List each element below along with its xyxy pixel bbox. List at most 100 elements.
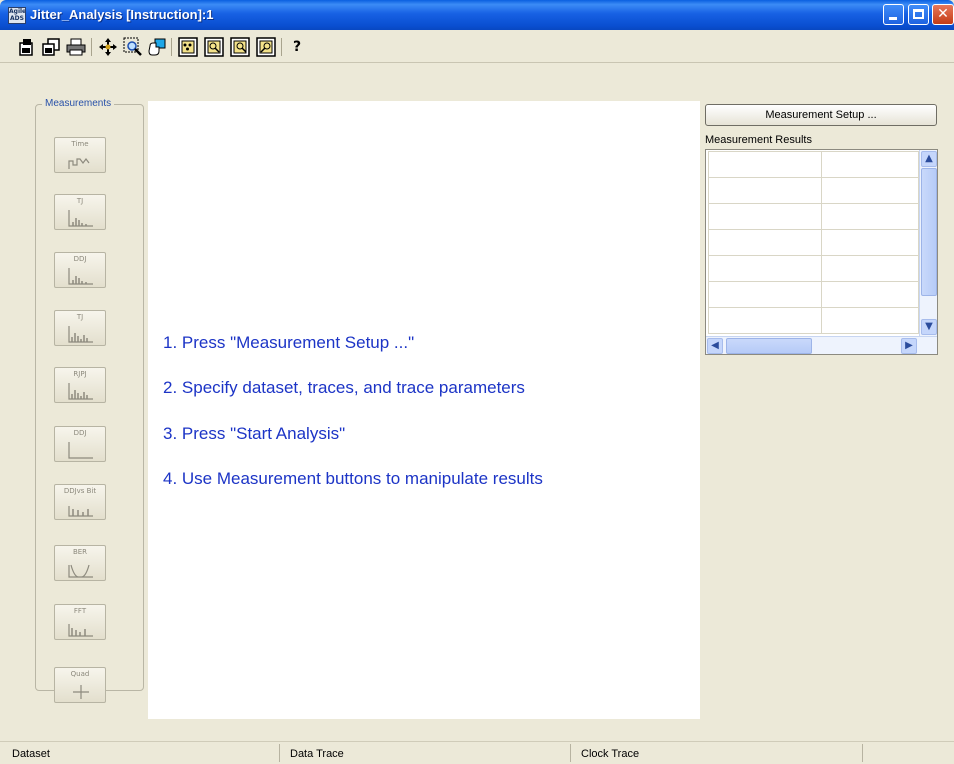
instruction-step-1: 1. Press "Measurement Setup ..." xyxy=(163,333,415,352)
zoom-box-icon[interactable] xyxy=(123,37,143,57)
toolbar-separator xyxy=(281,38,282,56)
button-label: DDJvs Bit xyxy=(63,487,97,495)
button-label: Quad xyxy=(70,670,90,678)
ddj-step-measurement-button[interactable]: DDJ xyxy=(54,426,106,462)
scroll-right-icon[interactable]: ▶ xyxy=(901,338,917,354)
close-icon: ✕ xyxy=(937,6,949,22)
button-label: BER xyxy=(72,548,88,556)
marker-4-icon[interactable] xyxy=(256,37,276,57)
step-icon xyxy=(68,442,93,459)
table-cell[interactable] xyxy=(821,177,919,204)
scroll-up-icon[interactable]: ▲ xyxy=(921,151,937,167)
table-row xyxy=(708,307,919,334)
vertical-scroll-thumb[interactable] xyxy=(921,168,937,296)
table-cell[interactable] xyxy=(708,281,822,308)
toolbar-separator xyxy=(91,38,92,56)
status-separator xyxy=(570,744,571,762)
pan-icon[interactable] xyxy=(147,37,167,57)
table-cell[interactable] xyxy=(821,281,919,308)
tj-bathtub-measurement-button[interactable]: TJ xyxy=(54,310,106,346)
window-title: Jitter_Analysis [Instruction]:1 xyxy=(30,7,214,22)
toolbar: ? xyxy=(0,30,954,63)
measurement-results-grid[interactable]: ▲ ▼ ◀ ▶ xyxy=(705,149,938,355)
table-cell[interactable] xyxy=(708,151,822,178)
time-measurement-button[interactable]: Time xyxy=(54,137,106,173)
jitter-analysis-window: Agilent ADS Jitter_Analysis [Instruction… xyxy=(0,0,954,764)
table-cell[interactable] xyxy=(821,203,919,230)
button-label: RJPJ xyxy=(73,370,87,378)
histogram-icon xyxy=(68,268,93,285)
scroll-down-icon[interactable]: ▼ xyxy=(921,319,937,335)
bathtub-icon xyxy=(68,564,93,578)
table-row xyxy=(708,177,919,204)
status-separator xyxy=(862,744,863,762)
button-label: FFT xyxy=(73,607,87,615)
marker-3-icon[interactable] xyxy=(230,37,250,57)
button-label: TJ xyxy=(76,197,84,205)
app-icon: Agilent ADS xyxy=(8,7,26,24)
instruction-step-2: 2. Specify dataset, traces, and trace pa… xyxy=(163,378,525,397)
table-row xyxy=(708,203,919,230)
histogram-icon xyxy=(68,210,93,227)
status-dataset: Dataset xyxy=(12,748,50,760)
table-cell[interactable] xyxy=(708,203,822,230)
title-bar[interactable]: Agilent ADS Jitter_Analysis [Instruction… xyxy=(0,0,954,30)
button-label: Time xyxy=(71,140,89,148)
horizontal-scrollbar[interactable]: ◀ ▶ xyxy=(706,336,937,354)
tj-measurement-button[interactable]: TJ xyxy=(54,194,106,230)
measurement-results-label: Measurement Results xyxy=(705,134,812,146)
instruction-step-3: 3. Press "Start Analysis" xyxy=(163,424,346,443)
vertical-scrollbar[interactable]: ▲ ▼ xyxy=(919,150,937,336)
marker-2-icon[interactable] xyxy=(204,37,224,57)
table-row xyxy=(708,229,919,256)
measurement-setup-button[interactable]: Measurement Setup ... xyxy=(705,104,937,126)
minimize-button[interactable] xyxy=(883,4,904,25)
status-bar: Dataset Data Trace Clock Trace xyxy=(0,741,954,764)
waveform-icon xyxy=(68,158,90,169)
maximize-icon xyxy=(913,9,924,19)
table-cell[interactable] xyxy=(708,229,822,256)
table-cell[interactable] xyxy=(708,177,822,204)
measurements-legend: Measurements xyxy=(42,98,115,109)
table-row xyxy=(708,281,919,308)
marker-1-icon[interactable] xyxy=(178,37,198,57)
help-icon[interactable]: ? xyxy=(287,37,307,57)
quad-measurement-button[interactable]: Quad xyxy=(54,667,106,703)
print-icon[interactable] xyxy=(66,37,86,57)
copy-icon[interactable] xyxy=(41,37,61,57)
button-label: TJ xyxy=(76,313,84,321)
status-clock-trace: Clock Trace xyxy=(581,748,640,760)
scroll-left-icon[interactable]: ◀ xyxy=(707,338,723,354)
spectrum-icon xyxy=(68,624,93,637)
ddj-measurement-button[interactable]: DDJ xyxy=(54,252,106,288)
close-button[interactable]: ✕ xyxy=(932,4,954,25)
table-cell[interactable] xyxy=(821,255,919,282)
instruction-step-4: 4. Use Measurement buttons to manipulate… xyxy=(163,469,543,488)
button-label: DDJ xyxy=(73,255,87,263)
status-data-trace: Data Trace xyxy=(290,748,344,760)
table-cell[interactable] xyxy=(821,229,919,256)
table-cell[interactable] xyxy=(708,255,822,282)
ber-measurement-button[interactable]: BER xyxy=(54,545,106,581)
table-row xyxy=(708,255,919,282)
bar-icon xyxy=(68,506,93,517)
maximize-button[interactable] xyxy=(908,4,929,25)
move-icon[interactable] xyxy=(98,37,118,57)
instruction-panel xyxy=(148,101,700,719)
bathtub-histogram-icon xyxy=(68,326,93,343)
table-cell[interactable] xyxy=(708,307,822,334)
minimize-icon xyxy=(889,17,897,20)
table-cell[interactable] xyxy=(821,151,919,178)
histogram-icon xyxy=(68,383,93,400)
ddj-vs-bit-measurement-button[interactable]: DDJvs Bit xyxy=(54,484,106,520)
rjpj-measurement-button[interactable]: RJPJ xyxy=(54,367,106,403)
results-table xyxy=(708,151,919,334)
table-cell[interactable] xyxy=(821,307,919,334)
fft-measurement-button[interactable]: FFT xyxy=(54,604,106,640)
horizontal-scroll-thumb[interactable] xyxy=(726,338,812,354)
status-separator xyxy=(279,744,280,762)
crosshair-icon xyxy=(73,685,89,699)
open-icon[interactable] xyxy=(17,37,37,57)
table-row xyxy=(708,151,919,178)
toolbar-separator xyxy=(171,38,172,56)
